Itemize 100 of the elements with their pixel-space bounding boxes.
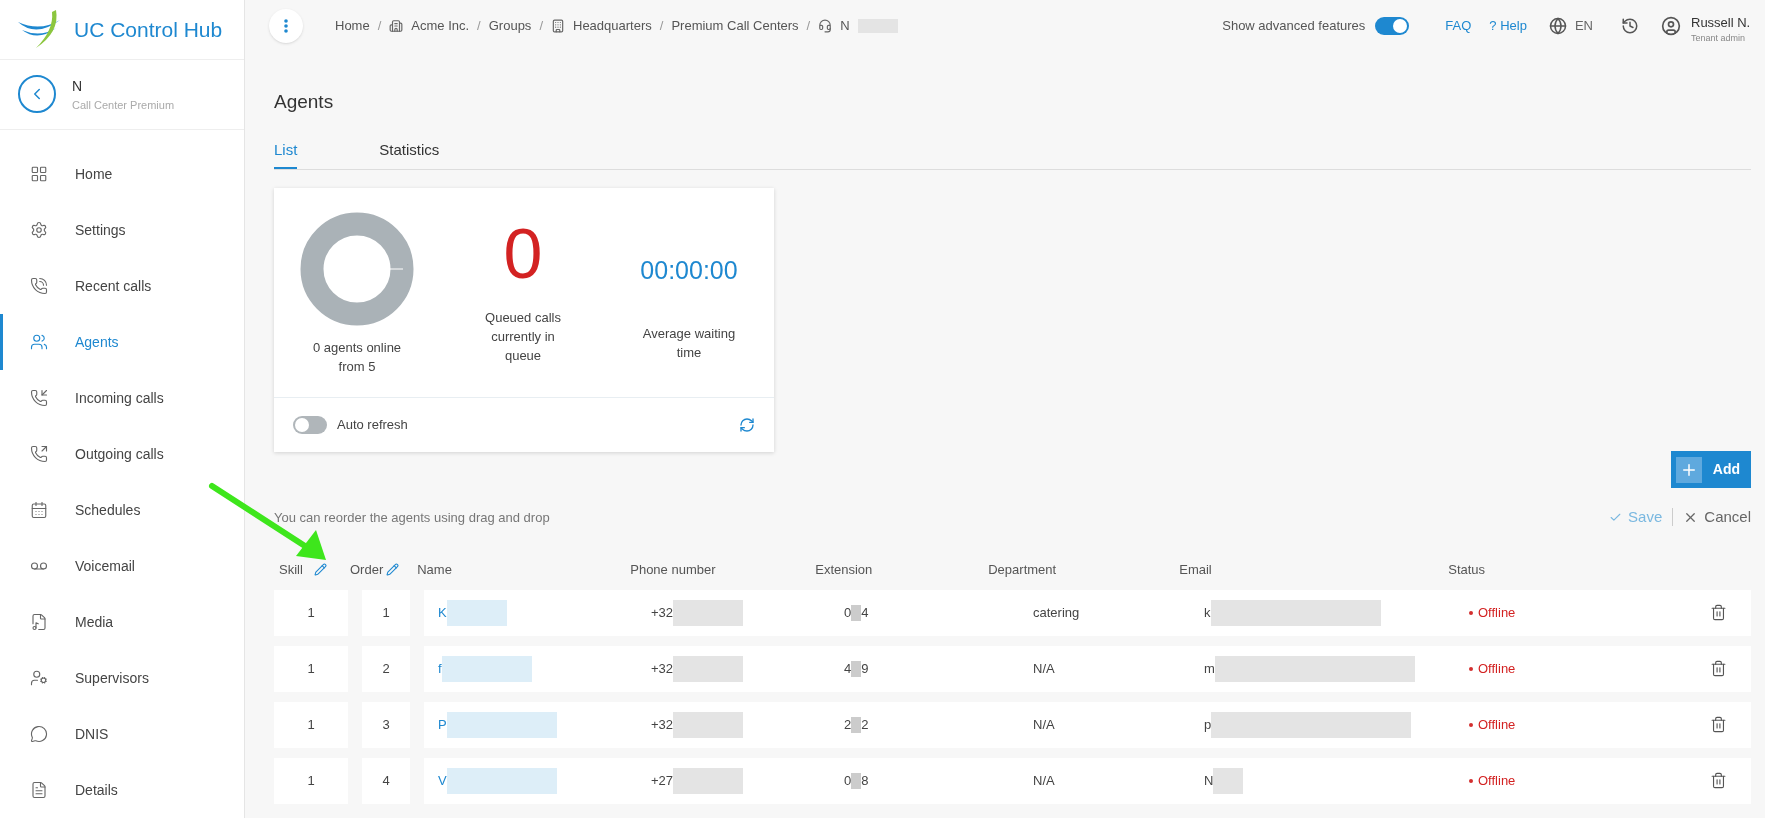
breadcrumb-link[interactable]: N xyxy=(840,16,850,36)
phone-number: +32 xyxy=(651,603,674,622)
refresh-icon[interactable] xyxy=(739,417,755,433)
user-name: Russell N. xyxy=(1691,13,1749,32)
advanced-features-label: Show advanced features xyxy=(1222,17,1366,36)
email: N xyxy=(1204,771,1214,790)
sidebar-item[interactable]: Supervisors xyxy=(0,650,244,706)
redaction-block xyxy=(851,716,862,733)
redaction-block xyxy=(446,599,507,626)
auto-refresh-toggle[interactable] xyxy=(293,416,327,434)
user-role: Tenant admin xyxy=(1691,32,1747,46)
outgoing-call-icon xyxy=(30,445,48,463)
queued-calls-label: Queued calls currently in queue xyxy=(484,309,562,365)
agent-row[interactable]: f +32 4 9 N/A m Offline xyxy=(424,645,1751,692)
phone-number: +32 xyxy=(651,715,674,734)
dashboard-icon xyxy=(30,165,48,183)
help-link[interactable]: ? Help xyxy=(1489,16,1527,36)
redaction-block xyxy=(673,655,744,682)
trash-icon[interactable] xyxy=(1710,716,1727,733)
context-title: N xyxy=(72,76,84,96)
sidebar-item[interactable]: Agents xyxy=(0,314,244,370)
history-icon[interactable] xyxy=(1621,17,1639,35)
redaction-block xyxy=(673,599,744,626)
auto-refresh-label: Auto refresh xyxy=(337,416,408,435)
office-building-icon xyxy=(389,19,404,33)
skill-cell[interactable]: 1 xyxy=(274,701,348,748)
sidebar-item[interactable]: Settings xyxy=(0,202,244,258)
department: N/A xyxy=(1033,772,1055,788)
language-selector[interactable]: EN xyxy=(1574,16,1593,36)
column-header: Name xyxy=(417,560,453,579)
phone-number: +32 xyxy=(651,659,674,678)
queued-calls-value: 0 xyxy=(503,214,543,294)
breadcrumb-link[interactable]: Home xyxy=(335,16,370,36)
sidebar-item[interactable]: Home xyxy=(0,146,244,202)
agent-row[interactable]: K +32 0 4 catering k Offline xyxy=(424,589,1751,636)
faq-link[interactable]: FAQ xyxy=(1445,16,1472,36)
email: m xyxy=(1204,659,1215,678)
trash-icon[interactable] xyxy=(1710,772,1727,789)
agent-row[interactable]: P +32 2 2 N/A p Offline xyxy=(424,701,1751,748)
advanced-features-toggle[interactable] xyxy=(1375,17,1410,35)
agent-name-link[interactable]: f xyxy=(438,658,442,679)
order-cell[interactable]: 1 xyxy=(362,589,410,636)
agent-name-link[interactable]: P xyxy=(438,714,447,735)
document-icon xyxy=(30,781,48,799)
breadcrumb-link[interactable]: Acme Inc. xyxy=(411,16,470,36)
tab[interactable]: List xyxy=(274,138,298,169)
breadcrumb-link[interactable]: Groups xyxy=(488,16,532,36)
sidebar-item[interactable]: Voicemail xyxy=(0,538,244,594)
breadcrumb-link[interactable]: Headquarters xyxy=(573,16,652,36)
menu-button[interactable] xyxy=(269,9,303,43)
email: p xyxy=(1204,715,1212,734)
context-subtitle: Call Center Premium xyxy=(72,97,175,113)
order-cell[interactable]: 3 xyxy=(362,701,410,748)
order-cell[interactable]: 4 xyxy=(362,757,410,804)
sidebar-item[interactable]: Incoming calls xyxy=(0,370,244,426)
department: N/A xyxy=(1033,660,1055,676)
column-header: Status xyxy=(1448,560,1486,579)
order-cell[interactable]: 2 xyxy=(362,645,410,692)
people-icon xyxy=(30,333,48,351)
pencil-icon[interactable] xyxy=(314,563,327,576)
column-header: Email xyxy=(1179,560,1213,579)
redaction-block xyxy=(851,660,862,677)
agent-row[interactable]: V +27 0 8 N/A N Offline xyxy=(424,757,1751,804)
extension-start: 0 xyxy=(844,771,852,790)
phone-number: +27 xyxy=(651,771,674,790)
breadcrumb-separator: / xyxy=(806,17,811,36)
sidebar-item[interactable]: Details xyxy=(0,762,244,818)
add-button[interactable]: Add xyxy=(1670,451,1751,488)
extension-start: 2 xyxy=(844,715,852,734)
email: k xyxy=(1204,603,1211,622)
cancel-button[interactable]: Cancel xyxy=(1683,506,1751,529)
status-text: Offline xyxy=(1478,659,1516,678)
skill-cell[interactable]: 1 xyxy=(274,589,348,636)
extension-start: 4 xyxy=(844,659,852,678)
breadcrumb-separator: / xyxy=(377,17,382,36)
skill-cell[interactable]: 1 xyxy=(274,645,348,692)
sidebar-item[interactable]: DNIS xyxy=(0,706,244,762)
average-wait-label: Average waiting time xyxy=(641,324,737,362)
phone-clock-icon xyxy=(30,277,48,295)
sidebar-item[interactable]: Media xyxy=(0,594,244,650)
sidebar-item[interactable]: Schedules xyxy=(0,482,244,538)
column-header: Phone number xyxy=(630,560,717,579)
sidebar-item[interactable]: Outgoing calls xyxy=(0,426,244,482)
skill-cell[interactable]: 1 xyxy=(274,757,348,804)
pencil-icon[interactable] xyxy=(386,563,400,576)
trash-icon[interactable] xyxy=(1710,604,1727,621)
column-header: Department xyxy=(988,560,1058,579)
agent-name-link[interactable]: K xyxy=(438,602,447,623)
breadcrumb-link[interactable]: Premium Call Centers xyxy=(671,16,799,36)
status-text: Offline xyxy=(1478,715,1516,734)
vertical-dots-icon xyxy=(284,19,288,33)
trash-icon[interactable] xyxy=(1710,660,1727,677)
sidebar-item[interactable]: Recent calls xyxy=(0,258,244,314)
tab[interactable]: Statistics xyxy=(379,138,440,169)
incoming-call-icon xyxy=(30,389,48,407)
back-button[interactable] xyxy=(18,75,56,114)
building-icon xyxy=(551,19,565,33)
breadcrumb-separator: / xyxy=(477,17,481,36)
breadcrumb-separator: / xyxy=(659,17,664,36)
agent-name-link[interactable]: V xyxy=(438,770,447,791)
